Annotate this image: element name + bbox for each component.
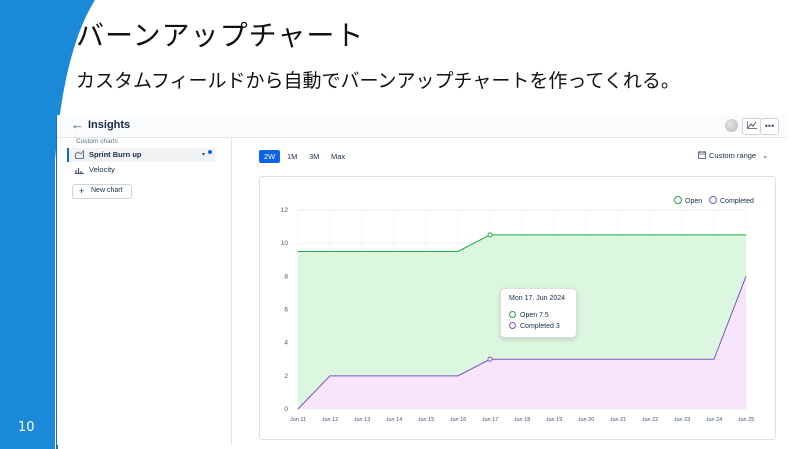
avatar[interactable] xyxy=(725,119,738,132)
y-tick-label: 6 xyxy=(284,307,288,314)
sidebar-item-label: Velocity xyxy=(89,165,115,174)
back-arrow-icon[interactable]: ← xyxy=(71,117,84,132)
x-tick-label: Jun 18 xyxy=(514,417,531,423)
range-1m-button[interactable]: 1M xyxy=(282,150,302,163)
chevron-down-icon: ⌄ xyxy=(762,151,769,160)
x-tick-label: Jun 21 xyxy=(610,417,627,423)
y-tick-label: 8 xyxy=(284,273,288,280)
sidebar-item-velocity[interactable]: Velocity xyxy=(67,163,215,177)
page-number: 10 xyxy=(18,420,35,435)
sidebar-item-sprint-burn-up[interactable]: Sprint Burn up ▾ xyxy=(67,148,215,162)
slide-title: バーンアップチャート xyxy=(76,19,365,52)
tooltip-open-marker xyxy=(509,311,516,318)
x-tick-label: Jun 20 xyxy=(578,417,595,423)
area-chart-icon xyxy=(75,150,84,159)
tooltip-open-row: Open 7.5 xyxy=(509,311,549,319)
custom-range-label: Custom range xyxy=(709,151,757,160)
tooltip-open-value: 7.5 xyxy=(539,312,549,319)
insights-app-screenshot: ← Insights ••• Custom charts Sprint Burn… xyxy=(57,115,787,445)
new-chart-label: New chart xyxy=(91,187,123,194)
page-title: Insights xyxy=(88,119,131,131)
x-tick-label: Jun 24 xyxy=(706,417,723,423)
x-tick-label: Jun 16 xyxy=(450,417,467,423)
y-tick-label: 4 xyxy=(284,340,288,347)
y-tick-label: 10 xyxy=(281,240,289,247)
line-chart-icon xyxy=(746,121,757,129)
slide-subtitle: カスタムフィールドから自動でバーンアップチャートを作ってくれる。 xyxy=(76,70,680,92)
active-indicator xyxy=(67,148,69,162)
chart-card: Open Completed 0 2 4 6 8 10 12 Jun 11 Jun 12 Jun … xyxy=(259,176,776,440)
x-tick-label: Jun 25 xyxy=(738,417,755,423)
main-content: 2W 1M 3M Max Custom range ⌄ Open Complete… xyxy=(232,138,787,445)
more-icon: ••• xyxy=(764,121,775,131)
bar-chart-icon xyxy=(75,168,84,174)
notification-dot xyxy=(208,150,212,154)
sidebar: Custom charts Sprint Burn up ▾ Velocity … xyxy=(57,138,232,445)
x-tick-label: Jun 19 xyxy=(546,417,563,423)
x-tick-label: Jun 14 xyxy=(386,417,403,423)
open-highlight-point xyxy=(487,232,493,238)
x-tick-label: Jun 17 xyxy=(482,417,499,423)
x-tick-label: Jun 13 xyxy=(354,417,371,423)
more-options-button[interactable]: ••• xyxy=(760,118,779,135)
y-tick-label: 0 xyxy=(284,406,288,413)
y-tick-label: 12 xyxy=(281,207,289,214)
new-chart-button[interactable]: + New chart xyxy=(72,184,132,199)
sidebar-heading: Custom charts xyxy=(76,138,118,145)
tooltip-completed-marker xyxy=(509,322,516,329)
x-tick-label: Jun 12 xyxy=(322,417,339,423)
chevron-down-icon[interactable]: ▾ xyxy=(202,151,205,158)
completed-highlight-point xyxy=(487,356,493,362)
chart-view-button[interactable] xyxy=(742,118,761,135)
tooltip-completed-label: Completed xyxy=(520,323,554,330)
tooltip-completed-row: Completed 3 xyxy=(509,322,560,330)
tooltip-open-label: Open xyxy=(520,312,538,319)
range-max-button[interactable]: Max xyxy=(326,150,350,163)
range-3m-button[interactable]: 3M xyxy=(304,150,324,163)
range-2w-button[interactable]: 2W xyxy=(259,150,281,163)
x-tick-label: Jun 15 xyxy=(418,417,435,423)
x-tick-label: Jun 23 xyxy=(674,417,691,423)
calendar-icon xyxy=(698,151,706,159)
plus-icon: + xyxy=(79,186,85,196)
chart-tooltip: Mon 17. Jun 2024 Open 7.5 Completed 3 xyxy=(500,288,577,338)
custom-range-dropdown[interactable]: Custom range ⌄ xyxy=(698,151,768,160)
x-tick-label: Jun 11 xyxy=(290,417,306,423)
app-header: ← Insights ••• xyxy=(57,115,787,138)
tooltip-title: Mon 17. Jun 2024 xyxy=(509,295,566,302)
y-tick-label: 2 xyxy=(284,373,288,380)
sidebar-item-label: Sprint Burn up xyxy=(89,150,142,159)
tooltip-completed-value: 3 xyxy=(555,323,560,330)
x-tick-label: Jun 22 xyxy=(642,417,659,423)
